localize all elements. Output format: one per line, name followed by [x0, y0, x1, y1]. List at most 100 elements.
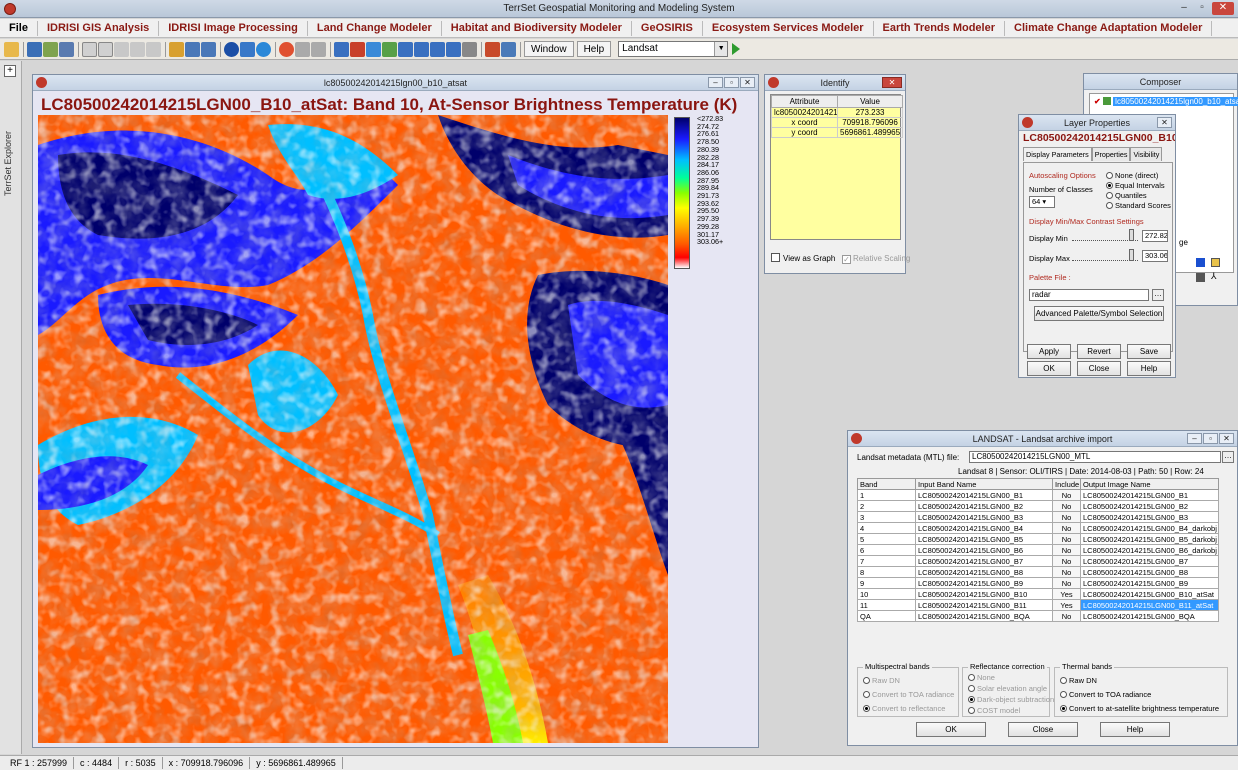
display-min-slider[interactable] [1072, 229, 1138, 241]
select-icon[interactable] [146, 41, 161, 57]
terrain-icon[interactable] [382, 41, 397, 57]
table-row[interactable]: 7 LC80500242014215LGN00_B7 No LC80500242014… [857, 555, 1219, 567]
window-button[interactable]: Window [524, 41, 574, 57]
frame-icon[interactable] [201, 41, 216, 57]
info-icon[interactable] [224, 41, 239, 57]
layer-properties-titlebar[interactable]: Layer Properties ✕ [1019, 115, 1175, 131]
close-icon[interactable]: ✕ [1212, 2, 1234, 15]
table-row[interactable]: QA LC80500242014215LGN00_BQA No LC805002420… [857, 610, 1219, 622]
display-icon[interactable] [27, 41, 42, 57]
display-min-input[interactable]: 272.826 [1142, 230, 1168, 242]
macro-icon[interactable] [485, 41, 500, 57]
help-button[interactable]: Help [1100, 722, 1170, 737]
help-button[interactable]: Help [576, 41, 612, 57]
minimize-icon[interactable]: – [708, 77, 723, 88]
th-brightness-radio[interactable]: Convert to at-satellite brightness tempe… [1060, 704, 1219, 713]
table-row[interactable]: 3 LC80500242014215LGN00_B3 No LC80500242014… [857, 511, 1219, 523]
map-window-titlebar[interactable]: lc80500242014215lgn00_b10_atsat – ▫ ✕ [33, 75, 758, 91]
close-icon[interactable]: ✕ [1157, 117, 1172, 128]
table-row[interactable]: 1 LC80500242014215LGN00_B1 No LC80500242014… [857, 489, 1219, 501]
close-button[interactable]: Close [1008, 722, 1078, 737]
globe-icon[interactable] [256, 41, 271, 57]
metadata-browse-button[interactable]: … [1222, 451, 1234, 463]
menu-geosiris[interactable]: GeOSIRIS [632, 20, 703, 36]
tab-display-parameters[interactable]: Display Parameters [1023, 147, 1092, 161]
menu-ecosystem[interactable]: Ecosystem Services Modeler [703, 20, 874, 36]
raster-image[interactable] [38, 115, 668, 743]
ok-button[interactable]: OK [1027, 361, 1071, 376]
target-icon[interactable] [279, 41, 294, 57]
composer-titlebar[interactable]: Composer [1084, 74, 1237, 90]
undo-icon[interactable] [311, 41, 326, 57]
advanced-palette-button[interactable]: Advanced Palette/Symbol Selection [1034, 306, 1164, 321]
table-row[interactable]: 4 LC80500242014215LGN00_B4 No LC80500242014… [857, 522, 1219, 534]
display-max-slider[interactable] [1072, 249, 1138, 261]
menu-idrisi-gis[interactable]: IDRISI GIS Analysis [38, 20, 160, 36]
ok-button[interactable]: OK [916, 722, 986, 737]
menu-land-change[interactable]: Land Change Modeler [308, 20, 442, 36]
close-icon[interactable]: ✕ [740, 77, 755, 88]
menu-climate[interactable]: Climate Change Adaptation Modeler [1005, 20, 1213, 36]
landsat-titlebar[interactable]: LANDSAT - Landsat archive import – ▫ ✕ [848, 431, 1237, 447]
minimize-icon[interactable]: – [1176, 2, 1192, 15]
water-icon[interactable] [366, 41, 381, 57]
layer-item[interactable]: ✔ lc80500242014215lgn00_b10_atsat [1094, 97, 1238, 106]
table-row[interactable]: 11 LC80500242014215LGN00_B11 Yes LC80500242… [857, 599, 1219, 611]
restore-icon[interactable]: ▫ [1203, 433, 1218, 444]
run-icon[interactable] [732, 43, 741, 55]
identify-titlebar[interactable]: Identify ✕ [765, 75, 905, 91]
table-icon[interactable] [414, 41, 429, 57]
layer-icon[interactable] [59, 41, 74, 57]
th-raw-radio[interactable]: Raw DN [1060, 676, 1097, 685]
autoscale-stdscores-radio[interactable]: Standard Scores [1106, 201, 1171, 210]
close-button[interactable]: Close [1077, 361, 1121, 376]
menu-idrisi-image[interactable]: IDRISI Image Processing [159, 20, 308, 36]
measure-icon[interactable] [240, 41, 255, 57]
erase-icon[interactable] [462, 41, 477, 57]
layout-icon[interactable] [185, 41, 200, 57]
chart-icon[interactable] [446, 41, 461, 57]
pan-icon[interactable] [130, 41, 145, 57]
expand-icon[interactable]: + [4, 65, 16, 77]
close-icon[interactable]: ✕ [882, 77, 902, 88]
restore-icon[interactable]: ▫ [1194, 2, 1210, 15]
table-row[interactable]: 2 LC80500242014215LGN00_B2 No LC80500242014… [857, 500, 1219, 512]
restore-icon[interactable]: ▫ [724, 77, 739, 88]
model-icon[interactable] [501, 41, 516, 57]
num-classes-select[interactable]: 64 ▾ [1029, 196, 1055, 208]
layer-props-icon[interactable] [1211, 258, 1220, 267]
minimize-icon[interactable]: – [1187, 433, 1202, 444]
th-toa-radio[interactable]: Convert to TOA radiance [1060, 690, 1151, 699]
visible-check-icon[interactable]: ✔ [1094, 97, 1101, 106]
display-max-input[interactable]: 303.06 [1142, 250, 1168, 262]
save-button[interactable]: Save [1127, 344, 1171, 359]
tab-visibility[interactable]: Visibility [1130, 147, 1163, 161]
digitize-icon[interactable] [295, 41, 310, 57]
autoscale-equal-radio[interactable]: Equal Intervals [1106, 181, 1165, 190]
palette-browse-button[interactable]: … [1152, 289, 1164, 301]
table-row[interactable]: 9 LC80500242014215LGN00_B9 No LC80500242014… [857, 577, 1219, 589]
gps-icon[interactable] [334, 41, 349, 57]
apply-button[interactable]: Apply [1027, 344, 1071, 359]
tool-icon[interactable]: ⅄ [1211, 271, 1217, 282]
tab-properties[interactable]: Properties [1091, 147, 1131, 161]
zoom-out-icon[interactable] [98, 41, 113, 57]
composer-icon[interactable] [43, 41, 58, 57]
database-icon[interactable] [398, 41, 413, 57]
help-button[interactable]: Help [1127, 361, 1171, 376]
module-select[interactable]: Landsat ▼ [618, 41, 729, 57]
sheet-icon[interactable] [430, 41, 445, 57]
chevron-down-icon[interactable]: ▼ [714, 42, 728, 56]
menu-habitat[interactable]: Habitat and Biodiversity Modeler [442, 20, 632, 36]
print-icon[interactable] [1196, 273, 1205, 282]
zoom-in-icon[interactable] [82, 41, 97, 57]
histogram-icon[interactable] [350, 41, 365, 57]
color-icon[interactable] [1196, 258, 1205, 267]
autoscale-quantiles-radio[interactable]: Quantiles [1106, 191, 1147, 200]
explorer-tab[interactable]: TerrSet Explorer [3, 131, 13, 196]
autoscale-none-radio[interactable]: None (direct) [1106, 171, 1158, 180]
view-as-graph-checkbox[interactable] [771, 253, 780, 262]
metadata-input[interactable]: LC80500242014215LGN00_MTL [969, 451, 1221, 463]
table-row[interactable]: 10 LC80500242014215LGN00_B10 Yes LC80500242… [857, 588, 1219, 600]
table-row[interactable]: 8 LC80500242014215LGN00_B8 No LC80500242014… [857, 566, 1219, 578]
